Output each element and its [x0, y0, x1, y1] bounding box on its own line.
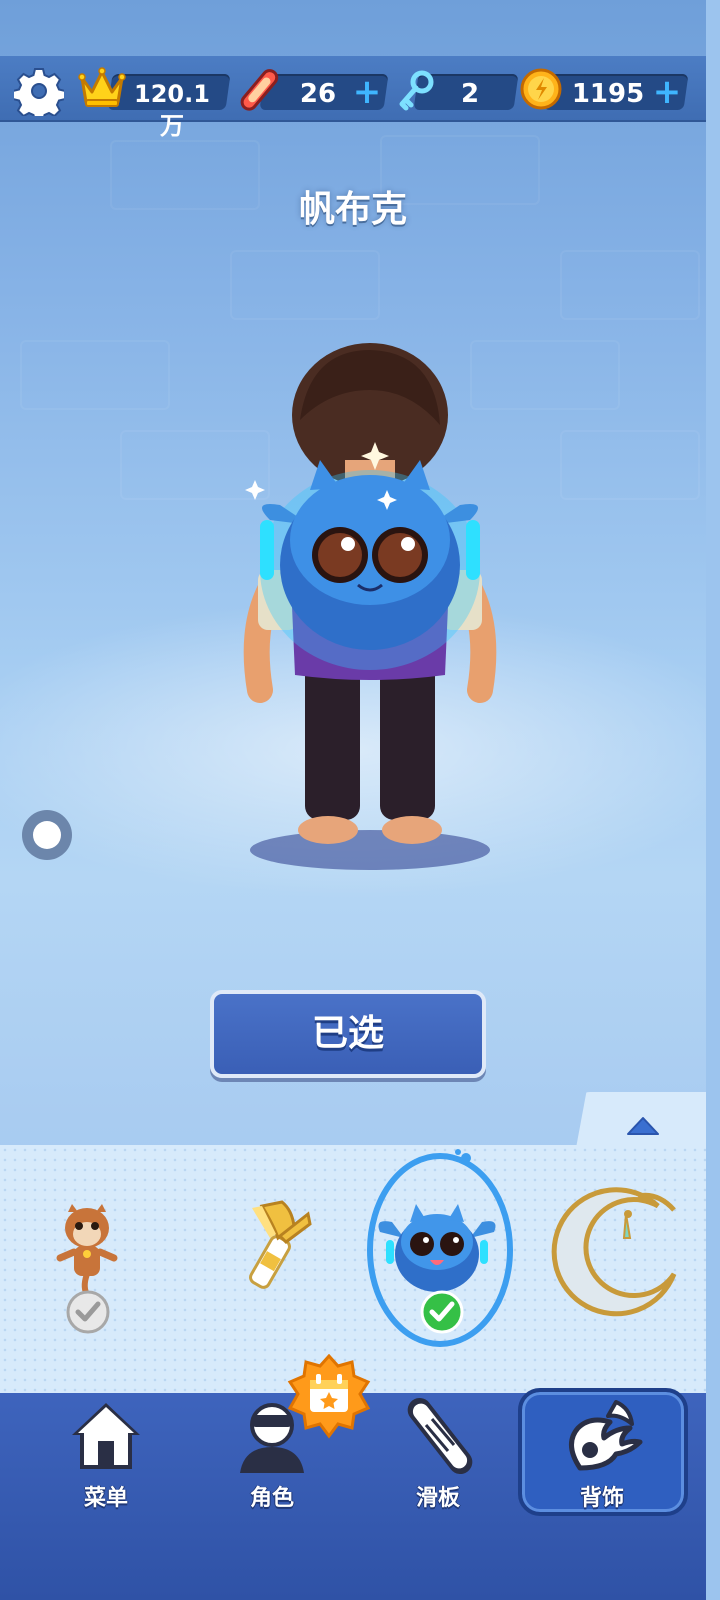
- tab-menu-label: 菜单: [83, 1486, 128, 1511]
- selected-button-label: 已选: [311, 1013, 384, 1054]
- tab-backpack-label: 背饰: [579, 1486, 624, 1511]
- wing-icon: [569, 1400, 643, 1471]
- item-title: 帆布克: [298, 189, 407, 230]
- selected-check-icon: [420, 1290, 464, 1334]
- character-preview[interactable]: [230, 330, 510, 870]
- skateboard-count: 26: [299, 79, 337, 109]
- coin-icon: [520, 68, 562, 110]
- selected-button[interactable]: 已选: [210, 990, 486, 1078]
- key-count: 2: [460, 79, 480, 109]
- crescent-moon-item[interactable]: [548, 1184, 684, 1324]
- chevron-up-icon[interactable]: [624, 1112, 662, 1138]
- rotate-handle[interactable]: [20, 808, 74, 862]
- coin-count: 1195: [571, 79, 645, 109]
- blue-cat-backpack-item[interactable]: [374, 1200, 500, 1294]
- crown-icon: [78, 67, 126, 107]
- score-value: 120.1万: [134, 80, 210, 140]
- key-icon: [399, 70, 434, 111]
- calendar-badge-icon[interactable]: [286, 1354, 372, 1440]
- skateboard-icon: [240, 69, 279, 111]
- golden-horn-item[interactable]: [222, 1196, 322, 1296]
- tab-character-label: 角色: [249, 1486, 294, 1511]
- add-skateboards-button[interactable]: +: [352, 75, 382, 109]
- gear-icon[interactable]: [14, 66, 64, 116]
- add-coins-button[interactable]: +: [652, 75, 682, 109]
- skateboard-tab-icon: [407, 1397, 473, 1475]
- home-icon: [72, 1403, 140, 1469]
- hamster-pet-item[interactable]: [44, 1200, 130, 1300]
- tab-skateboard-label: 滑板: [415, 1486, 460, 1511]
- owned-check-icon: [66, 1290, 110, 1334]
